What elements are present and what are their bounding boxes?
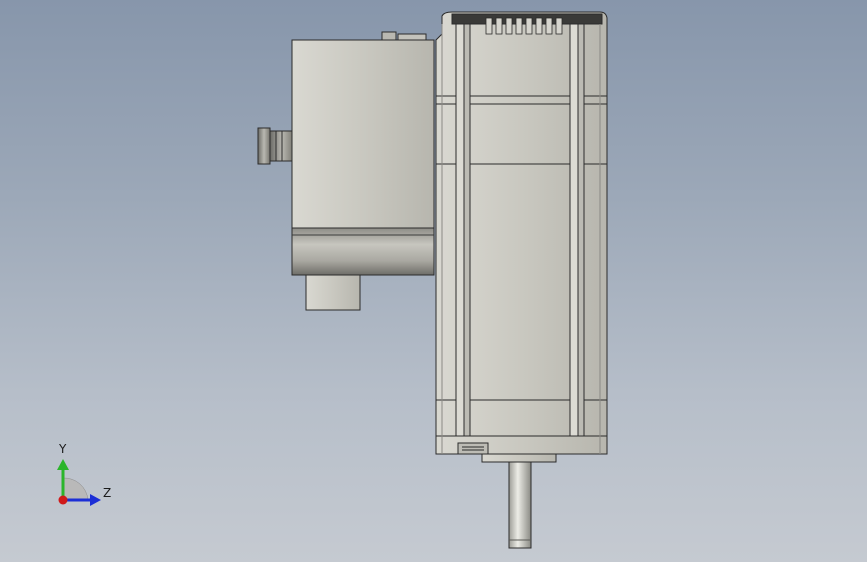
graphics-viewport[interactable]: Y Z [0,0,867,562]
motor-body [435,11,608,463]
gear-housing [291,31,435,311]
z-axis-label: Z [103,486,112,500]
side-connector [257,127,295,165]
output-shaft [508,461,532,549]
y-axis-label: Y [59,442,67,456]
cad-model[interactable] [0,0,867,562]
x-axis-icon [58,495,68,505]
orientation-triad [57,459,101,506]
